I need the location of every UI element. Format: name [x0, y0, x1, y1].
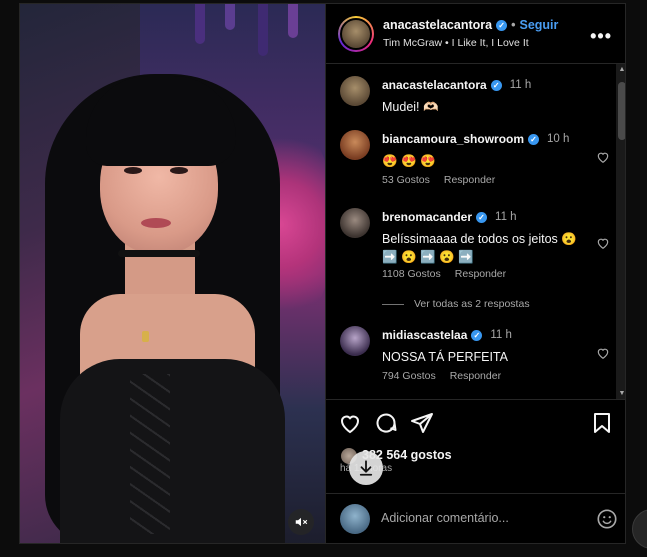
- caption-text: Mudei! 🫶🏻: [382, 100, 439, 114]
- action-bar: [326, 401, 625, 445]
- view-replies-button[interactable]: Ver todas as 2 respostas: [382, 298, 530, 310]
- comment-composer: Adicionar comentário...: [326, 493, 625, 543]
- reply-button[interactable]: Responder: [455, 268, 506, 280]
- verified-badge-icon: ✓: [471, 329, 483, 341]
- person-eye: [170, 167, 188, 174]
- follow-button[interactable]: Seguir: [519, 18, 558, 32]
- author-line: anacastelacantora ✓ • Seguir: [383, 18, 559, 32]
- person-leather-top: [60, 359, 285, 543]
- comment-likes[interactable]: 1108 Gostos: [382, 268, 441, 280]
- post-modal: anacastelacantora ✓ • Seguir Tim McGraw …: [19, 3, 626, 544]
- caption-time: 11 h: [509, 79, 532, 91]
- avatar[interactable]: [340, 208, 370, 238]
- comment-item: brenomacander ✓ 11 h Belíssimaaaa de tod…: [340, 208, 610, 288]
- download-button[interactable]: [349, 451, 383, 485]
- avatar[interactable]: [340, 76, 370, 106]
- heart-icon[interactable]: [338, 411, 362, 435]
- heart-icon[interactable]: [596, 346, 610, 360]
- scroll-down-arrow-icon[interactable]: ▼: [618, 390, 625, 398]
- muted-speaker-icon: [295, 517, 308, 527]
- avatar[interactable]: [340, 130, 370, 160]
- comment-text: 😍 😍 😍: [382, 154, 436, 168]
- comment-bubble-icon[interactable]: [374, 411, 398, 435]
- mute-button[interactable]: [288, 509, 314, 535]
- comment-time: 11 h: [490, 329, 512, 341]
- comments-list[interactable]: anacastelacantora ✓ 11 h Mudei! 🫶🏻 bianc…: [326, 64, 625, 400]
- caption-username[interactable]: anacastelacantora: [382, 78, 487, 92]
- comment-username[interactable]: midiascastelaa: [382, 328, 467, 342]
- comment-text: NOSSA TÁ PERFEITA: [382, 350, 508, 364]
- heart-icon[interactable]: [596, 150, 610, 164]
- scrollbar-thumb[interactable]: [618, 82, 625, 140]
- verified-badge-icon: ✓: [528, 133, 540, 145]
- person-choker: [118, 250, 200, 257]
- smiley-icon[interactable]: [596, 508, 618, 530]
- wall-drip: [195, 4, 205, 44]
- comment-likes[interactable]: 53 Gostos: [382, 174, 430, 186]
- post-details-panel: anacastelacantora ✓ • Seguir Tim McGraw …: [325, 4, 625, 543]
- scroll-up-arrow-icon[interactable]: ▲: [618, 66, 625, 74]
- comment-username[interactable]: biancamoura_showroom: [382, 132, 524, 146]
- comment-username[interactable]: brenomacander: [382, 210, 472, 224]
- wall-drip: [288, 4, 298, 38]
- wall-drip: [258, 4, 268, 56]
- post-video[interactable]: [20, 4, 325, 543]
- comment-text: Belíssimaaaa de todos os jeitos 😮 ➡️ 😮 ➡…: [382, 232, 577, 264]
- comment-item: biancamoura_showroom ✓ 10 h 😍 😍 😍 53 Gos…: [340, 130, 610, 190]
- person-pendant: [142, 331, 149, 342]
- person-lips: [141, 218, 171, 228]
- comment-likes[interactable]: 794 Gostos: [382, 370, 436, 382]
- post-header: anacastelacantora ✓ • Seguir Tim McGraw …: [326, 4, 625, 64]
- author-avatar[interactable]: [338, 16, 374, 52]
- reply-button[interactable]: Responder: [450, 370, 501, 382]
- person-eye: [124, 167, 142, 174]
- heart-icon[interactable]: [596, 236, 610, 250]
- audio-track[interactable]: Tim McGraw • I Like It, I Love It: [383, 37, 529, 49]
- verified-badge-icon: ✓: [496, 19, 508, 31]
- wall-drip: [225, 4, 235, 30]
- paper-plane-icon[interactable]: [410, 411, 434, 435]
- comment-input[interactable]: Adicionar comentário...: [381, 511, 581, 525]
- author-username[interactable]: anacastelacantora: [383, 18, 492, 32]
- reply-button[interactable]: Responder: [444, 174, 495, 186]
- more-options-icon[interactable]: •••: [590, 26, 612, 47]
- bookmark-icon[interactable]: [590, 411, 614, 435]
- comment-item: midiascastelaa ✓ 11 h NOSSA TÁ PERFEITA …: [340, 326, 610, 386]
- caption-item: anacastelacantora ✓ 11 h Mudei! 🫶🏻: [340, 76, 610, 116]
- verified-badge-icon: ✓: [490, 79, 502, 91]
- comment-time: 11 h: [495, 211, 517, 223]
- comments-scrollbar[interactable]: ▲ ▼: [616, 64, 625, 399]
- next-post-button[interactable]: [632, 509, 647, 549]
- comment-time: 10 h: [547, 133, 570, 145]
- person-top-lacing: [130, 374, 170, 534]
- verified-badge-icon: ✓: [476, 211, 488, 223]
- avatar[interactable]: [340, 326, 370, 356]
- current-user-avatar[interactable]: [340, 504, 370, 534]
- person-fringe: [86, 76, 236, 166]
- download-arrow-icon: [359, 460, 373, 476]
